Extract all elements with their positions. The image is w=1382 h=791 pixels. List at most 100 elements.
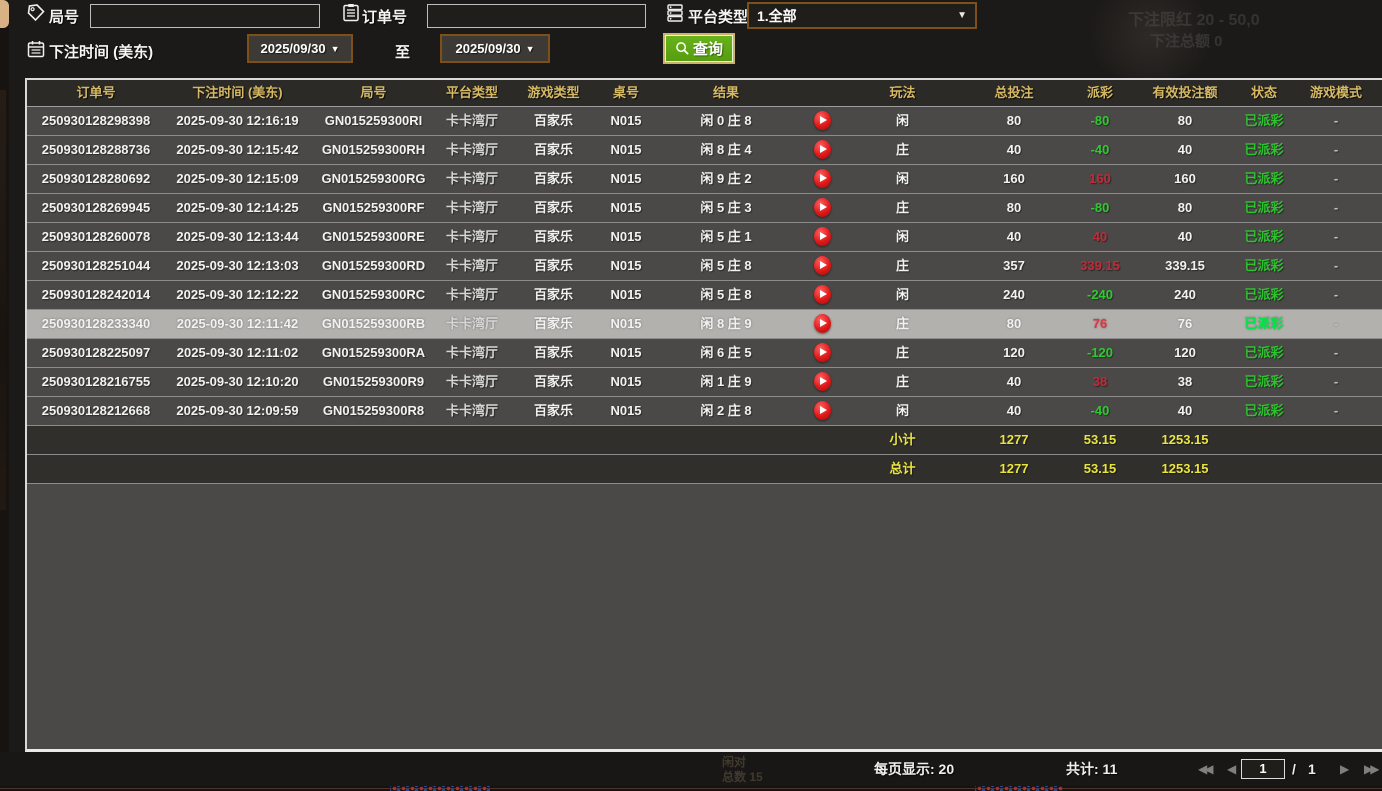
cell-payout: -80 bbox=[1068, 107, 1132, 135]
table-row[interactable]: 2509301282699452025-09-30 12:14:25GN0152… bbox=[27, 194, 1382, 223]
total-pages-label: 1 bbox=[1308, 752, 1316, 786]
first-page-button[interactable]: ◀◀ bbox=[1198, 752, 1210, 786]
chevron-down-icon: ▼ bbox=[331, 44, 340, 54]
table-row[interactable]: 2509301282420142025-09-30 12:12:22GN0152… bbox=[27, 281, 1382, 310]
grand-total-row-cell-9: 1277 bbox=[960, 455, 1068, 483]
table-row[interactable]: 2509301282983982025-09-30 12:16:19GN0152… bbox=[27, 107, 1382, 136]
subtotal-row: 小计127753.151253.15 bbox=[27, 426, 1382, 455]
bet-history-window: 下注限红 20 - 50,0 下注总额 0 局号 订单号 平台类型 1.全部 ▼… bbox=[0, 0, 1382, 791]
cell-total-bet: 40 bbox=[960, 368, 1068, 396]
cell-total-bet: 40 bbox=[960, 223, 1068, 251]
order-number-label: 订单号 bbox=[362, 6, 407, 27]
replay-play-icon[interactable] bbox=[814, 140, 831, 159]
page-number-input[interactable]: 1 bbox=[1241, 759, 1285, 779]
replay-play-icon[interactable] bbox=[814, 198, 831, 217]
cell-valid-bet: 40 bbox=[1132, 136, 1238, 164]
table-row[interactable]: 2509301282126682025-09-30 12:09:59GN0152… bbox=[27, 397, 1382, 426]
table-row[interactable]: 2509301282250972025-09-30 12:11:02GN0152… bbox=[27, 339, 1382, 368]
table-row[interactable]: 2509301282806922025-09-30 12:15:09GN0152… bbox=[27, 165, 1382, 194]
cell-status: 已派彩 bbox=[1238, 136, 1290, 164]
date-from-picker[interactable]: 2025/09/30 ▼ bbox=[247, 34, 353, 63]
replay-play-icon[interactable] bbox=[814, 401, 831, 420]
table-row[interactable]: 2509301282887362025-09-30 12:15:42GN0152… bbox=[27, 136, 1382, 165]
background-bet-total-text: 下注总额 0 bbox=[1150, 30, 1223, 51]
cell-platform: 卡卡湾厅 bbox=[437, 252, 507, 280]
replay-cell bbox=[800, 368, 845, 396]
cell-game-type: 百家乐 bbox=[507, 281, 600, 309]
cell-game-mode: - bbox=[1290, 397, 1382, 425]
cell-platform: 卡卡湾厅 bbox=[437, 194, 507, 222]
cell-platform: 卡卡湾厅 bbox=[437, 368, 507, 396]
subtotal-row-cell-0 bbox=[27, 426, 165, 454]
column-header-5: 桌号 bbox=[600, 80, 652, 106]
table-header-row: 订单号下注时间 (美东)局号平台类型游戏类型桌号结果玩法总投注派彩有效投注额状态… bbox=[27, 80, 1382, 107]
replay-play-icon[interactable] bbox=[814, 227, 831, 246]
grand-total-row-cell-5 bbox=[600, 455, 652, 483]
cell-bet-time: 2025-09-30 12:10:20 bbox=[165, 368, 310, 396]
cell-table-no: N015 bbox=[600, 397, 652, 425]
cell-status: 已派彩 bbox=[1238, 252, 1290, 280]
cell-payout: 160 bbox=[1068, 165, 1132, 193]
background-bet-limit-text: 下注限红 20 - 50,0 bbox=[1128, 6, 1260, 30]
cell-table-no: N015 bbox=[600, 136, 652, 164]
cell-bet-time: 2025-09-30 12:12:22 bbox=[165, 281, 310, 309]
date-range-to-label: 至 bbox=[395, 41, 410, 62]
replay-play-icon[interactable] bbox=[814, 256, 831, 275]
cell-game-type: 百家乐 bbox=[507, 310, 600, 338]
table-row[interactable]: 2509301282333402025-09-30 12:11:42GN0152… bbox=[27, 310, 1382, 339]
cell-play-type: 闲 bbox=[845, 165, 960, 193]
platform-type-select[interactable]: 1.全部 ▼ bbox=[747, 2, 977, 29]
subtotal-row-cell-4 bbox=[507, 426, 600, 454]
replay-cell bbox=[800, 252, 845, 280]
subtotal-row-cell-9: 1277 bbox=[960, 426, 1068, 454]
cell-table-no: N015 bbox=[600, 107, 652, 135]
cell-valid-bet: 76 bbox=[1132, 310, 1238, 338]
replay-play-icon[interactable] bbox=[814, 111, 831, 130]
cell-round-id: GN015259300RD bbox=[310, 252, 437, 280]
cell-payout: -40 bbox=[1068, 136, 1132, 164]
last-page-button[interactable]: ▶▶ bbox=[1364, 752, 1376, 786]
replay-play-icon[interactable] bbox=[814, 285, 831, 304]
subtotal-row-cell-13 bbox=[1290, 426, 1382, 454]
cell-status: 已派彩 bbox=[1238, 194, 1290, 222]
next-page-button[interactable]: ▶ bbox=[1340, 752, 1349, 786]
cell-table-no: N015 bbox=[600, 223, 652, 251]
cell-game-type: 百家乐 bbox=[507, 194, 600, 222]
cell-order-id: 250930128269945 bbox=[27, 194, 165, 222]
order-number-input[interactable] bbox=[427, 4, 646, 28]
table-row[interactable]: 2509301282167552025-09-30 12:10:20GN0152… bbox=[27, 368, 1382, 397]
column-header-8: 玩法 bbox=[845, 80, 960, 106]
replay-play-icon[interactable] bbox=[814, 372, 831, 391]
chevron-down-icon: ▼ bbox=[957, 10, 967, 21]
table-row[interactable]: 2509301282510442025-09-30 12:13:03GN0152… bbox=[27, 252, 1382, 281]
grand-total-row-cell-7 bbox=[800, 455, 845, 483]
cell-game-type: 百家乐 bbox=[507, 223, 600, 251]
column-header-7 bbox=[800, 80, 845, 106]
cell-status: 已派彩 bbox=[1238, 165, 1290, 193]
cell-game-type: 百家乐 bbox=[507, 136, 600, 164]
cell-status: 已派彩 bbox=[1238, 397, 1290, 425]
column-header-3: 平台类型 bbox=[437, 80, 507, 106]
cell-payout: 339.15 bbox=[1068, 252, 1132, 280]
cell-round-id: GN015259300RI bbox=[310, 107, 437, 135]
previous-page-button[interactable]: ◀ bbox=[1227, 752, 1236, 786]
cell-game-type: 百家乐 bbox=[507, 107, 600, 135]
replay-play-icon[interactable] bbox=[814, 169, 831, 188]
date-to-picker[interactable]: 2025/09/30 ▼ bbox=[440, 34, 550, 63]
cell-play-type: 庄 bbox=[845, 368, 960, 396]
cell-order-id: 250930128225097 bbox=[27, 339, 165, 367]
cell-total-bet: 40 bbox=[960, 136, 1068, 164]
cell-table-no: N015 bbox=[600, 281, 652, 309]
cell-game-mode: - bbox=[1290, 252, 1382, 280]
subtotal-row-cell-1 bbox=[165, 426, 310, 454]
column-header-11: 有效投注额 bbox=[1132, 80, 1238, 106]
grand-total-row-cell-2 bbox=[310, 455, 437, 483]
search-button[interactable]: 查询 bbox=[663, 33, 735, 64]
cell-game-type: 百家乐 bbox=[507, 368, 600, 396]
round-number-input[interactable] bbox=[90, 4, 320, 28]
cell-status: 已派彩 bbox=[1238, 310, 1290, 338]
replay-play-icon[interactable] bbox=[814, 314, 831, 333]
replay-play-icon[interactable] bbox=[814, 343, 831, 362]
cell-valid-bet: 160 bbox=[1132, 165, 1238, 193]
table-row[interactable]: 2509301282600782025-09-30 12:13:44GN0152… bbox=[27, 223, 1382, 252]
